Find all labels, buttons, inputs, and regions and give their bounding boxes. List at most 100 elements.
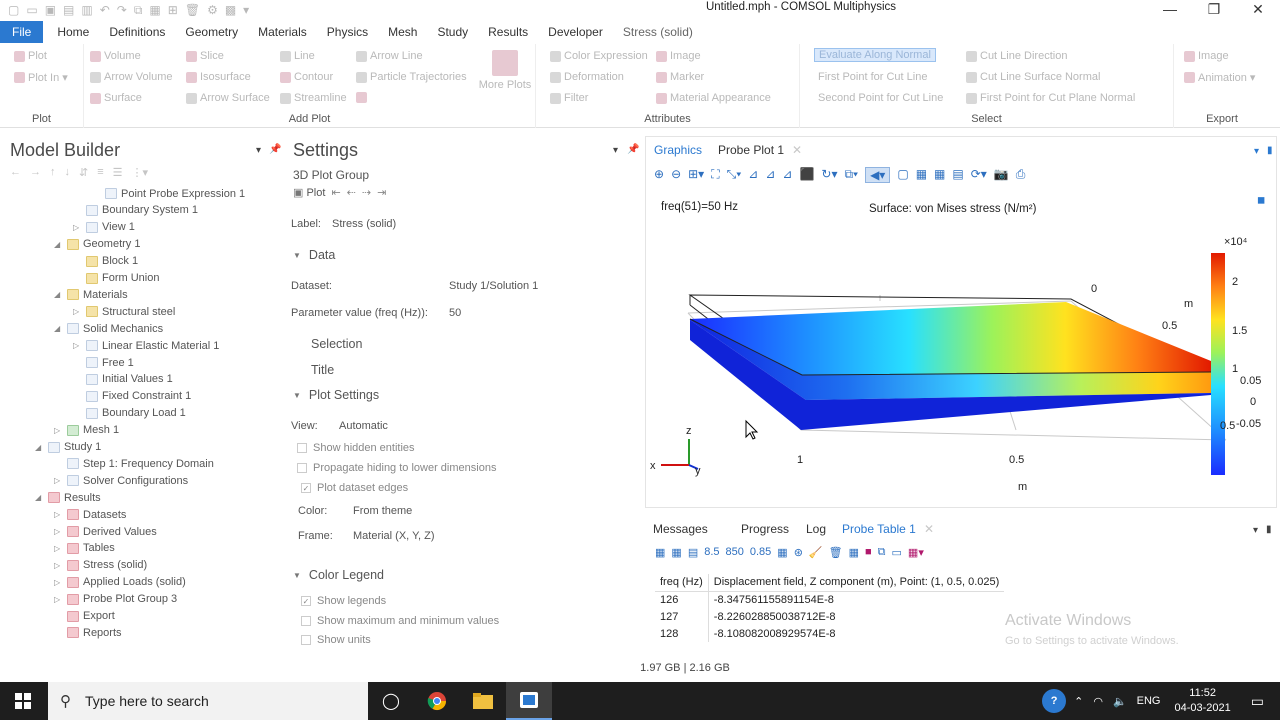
tree-item[interactable]: ▷ Datasets <box>54 506 126 523</box>
first-point-cut-plane-button[interactable]: First Point for Cut Plane Normal <box>966 92 1135 104</box>
notifications-icon[interactable]: ▭ <box>1251 693 1264 710</box>
forward-icon[interactable]: → <box>30 166 41 179</box>
auto-precision-icon[interactable]: 850 <box>726 546 744 559</box>
expand-arrow-icon[interactable]: ▷ <box>54 578 63 587</box>
export-image-button[interactable]: Image <box>1184 50 1229 62</box>
panel-menu-icon[interactable]: ▾ <box>256 145 261 156</box>
expand-arrow-icon[interactable]: ◢ <box>54 240 63 249</box>
plot-dataset-edges-checkbox[interactable]: ✓ Plot dataset edges <box>301 482 408 494</box>
volume-button[interactable]: Volume <box>90 50 141 62</box>
view-3d-icon[interactable]: ⬛ <box>799 167 814 183</box>
next-icon[interactable]: ⇢ <box>362 186 371 199</box>
close-button[interactable]: ✕ <box>1236 0 1280 18</box>
tab-stress-solid[interactable]: Stress (solid) <box>613 21 703 43</box>
param-select[interactable]: 50 <box>449 307 461 319</box>
tab-progress[interactable]: Progress <box>741 522 789 536</box>
scene-light-icon[interactable]: ⧉▾ <box>844 167 858 183</box>
table-options-icon[interactable]: ▦▾ <box>908 546 924 559</box>
tab-geometry[interactable]: Geometry <box>175 21 248 43</box>
arrow-small-button[interactable] <box>356 92 367 103</box>
rotate-icon[interactable]: ↻▾ <box>821 167 837 183</box>
close-tab-icon[interactable]: ✕ <box>792 143 802 157</box>
expand-arrow-icon[interactable]: ▷ <box>73 307 82 316</box>
evaluate-along-normal-button[interactable]: Evaluate Along Normal <box>814 48 936 62</box>
show-maxmin-checkbox[interactable]: Show maximum and minimum values <box>301 615 499 627</box>
view-zx-icon[interactable]: ⊿ <box>782 167 792 183</box>
expand-arrow-icon[interactable]: ◢ <box>35 443 44 452</box>
up-icon[interactable]: ↑ <box>50 166 56 179</box>
tree-item[interactable]: ▷ Stress (solid) <box>54 557 147 574</box>
select-mode-icon[interactable]: ◀▾ <box>865 167 891 183</box>
options-icon[interactable]: ⋮▾ <box>132 166 149 179</box>
more-plots-button[interactable]: More Plots <box>479 50 531 91</box>
plot-table-icon[interactable]: ■ <box>865 546 872 559</box>
show-units-checkbox[interactable]: Show units <box>301 634 371 646</box>
cut-line-surface-normal-button[interactable]: Cut Line Surface Normal <box>966 71 1100 83</box>
section-selection[interactable]: Selection <box>311 337 362 351</box>
tree-item[interactable]: Initial Values 1 <box>73 371 173 388</box>
plot-in-button[interactable]: Plot In ▾ <box>14 71 68 84</box>
volume-icon[interactable]: 🔈 <box>1113 695 1127 708</box>
tab-graphics[interactable]: Graphics <box>654 143 702 157</box>
tab-home[interactable]: Home <box>47 21 99 43</box>
tree-item[interactable]: Point Probe Expression 1 <box>92 185 245 202</box>
tree-item[interactable]: ◢ Materials <box>54 286 128 303</box>
surface-button[interactable]: Surface <box>90 92 142 104</box>
view-yz-icon[interactable]: ⊿ <box>765 167 775 183</box>
frame-select[interactable]: Material (X, Y, Z) <box>353 530 435 542</box>
wireframe-icon[interactable]: ▦ <box>916 167 927 183</box>
down-icon[interactable]: ↓ <box>65 166 71 179</box>
first-icon[interactable]: ⇤ <box>331 186 340 199</box>
tree-item[interactable]: Reports <box>54 624 122 641</box>
line-button[interactable]: Line <box>280 50 315 62</box>
axis-orientation-icon[interactable]: ⤡▾ <box>727 167 742 183</box>
export-table-icon[interactable]: ⧉ <box>878 546 886 559</box>
collapse-icon[interactable]: ≡ <box>97 166 103 179</box>
tab-messages[interactable]: Messages <box>653 522 708 536</box>
paste-icon[interactable]: ▦ <box>149 3 160 18</box>
pin-icon[interactable]: ▮ <box>1267 145 1273 156</box>
windows-icon[interactable]: ▩ <box>225 3 236 18</box>
arrow-line-button[interactable]: Arrow Line <box>356 50 423 62</box>
show-legends-checkbox[interactable]: ✓ Show legends <box>301 595 386 607</box>
reset-desktop-icon[interactable]: ▾ <box>243 3 249 18</box>
tab-log[interactable]: Log <box>806 522 826 536</box>
section-color-legend[interactable]: ▼ Color Legend <box>293 568 384 582</box>
open-icon[interactable]: ▭ <box>26 3 37 18</box>
grid-icon[interactable]: ▦ <box>934 167 945 183</box>
expand-arrow-icon[interactable]: ▷ <box>54 544 63 553</box>
particle-trajectories-button[interactable]: Particle Trajectories <box>356 71 467 83</box>
print-graphics-icon[interactable]: ⎙ <box>1016 167 1026 183</box>
expand-arrow-icon[interactable]: ▷ <box>54 510 63 519</box>
tree-item[interactable]: Export <box>54 608 115 625</box>
material-appearance-button[interactable]: Material Appearance <box>656 92 771 104</box>
expand-arrow-icon[interactable]: ▷ <box>73 223 82 232</box>
zoom-box-icon[interactable]: ⊞▾ <box>688 167 704 183</box>
panel-menu-icon[interactable]: ▾ <box>613 145 618 156</box>
clock[interactable]: 11:52 04-03-2021 <box>1174 686 1230 716</box>
show-hidden-checkbox[interactable]: Show hidden entities <box>297 442 415 454</box>
propagate-hiding-checkbox[interactable]: Propagate hiding to lower dimensions <box>297 462 496 474</box>
second-point-cut-line-button[interactable]: Second Point for Cut Line <box>818 92 943 104</box>
chrome-icon[interactable] <box>414 682 460 720</box>
save-as-icon[interactable]: ▤ <box>63 3 74 18</box>
arrow-surface-button[interactable]: Arrow Surface <box>186 92 270 104</box>
table-graph-icon[interactable]: ▤ <box>688 546 698 559</box>
zoom-extents-icon[interactable]: ⛶ <box>711 167 719 183</box>
windows-start-icon[interactable] <box>0 682 46 720</box>
section-plot-settings[interactable]: ▼ Plot Settings <box>293 388 379 402</box>
show-axis-icon[interactable]: ▤ <box>952 167 963 183</box>
tree-item[interactable]: Fixed Constraint 1 <box>73 388 191 405</box>
expand-arrow-icon[interactable]: ◢ <box>54 324 63 333</box>
first-point-cut-line-button[interactable]: First Point for Cut Line <box>818 71 927 83</box>
pin-icon[interactable]: 📌 <box>269 144 281 155</box>
close-tab-icon[interactable]: ✕ <box>924 522 934 536</box>
tab-results[interactable]: Results <box>478 21 538 43</box>
tree-item[interactable]: ▷ Mesh 1 <box>54 422 119 439</box>
section-data[interactable]: ▼ Data <box>293 248 335 262</box>
legend-toggle-icon[interactable]: ◼ <box>1257 195 1265 206</box>
sort-icon[interactable]: ▦ <box>777 546 787 559</box>
manual-precision-icon[interactable]: 0.85 <box>750 546 771 559</box>
clear-icon[interactable]: 🧹 <box>809 546 823 559</box>
expand-arrow-icon[interactable]: ▷ <box>54 476 63 485</box>
